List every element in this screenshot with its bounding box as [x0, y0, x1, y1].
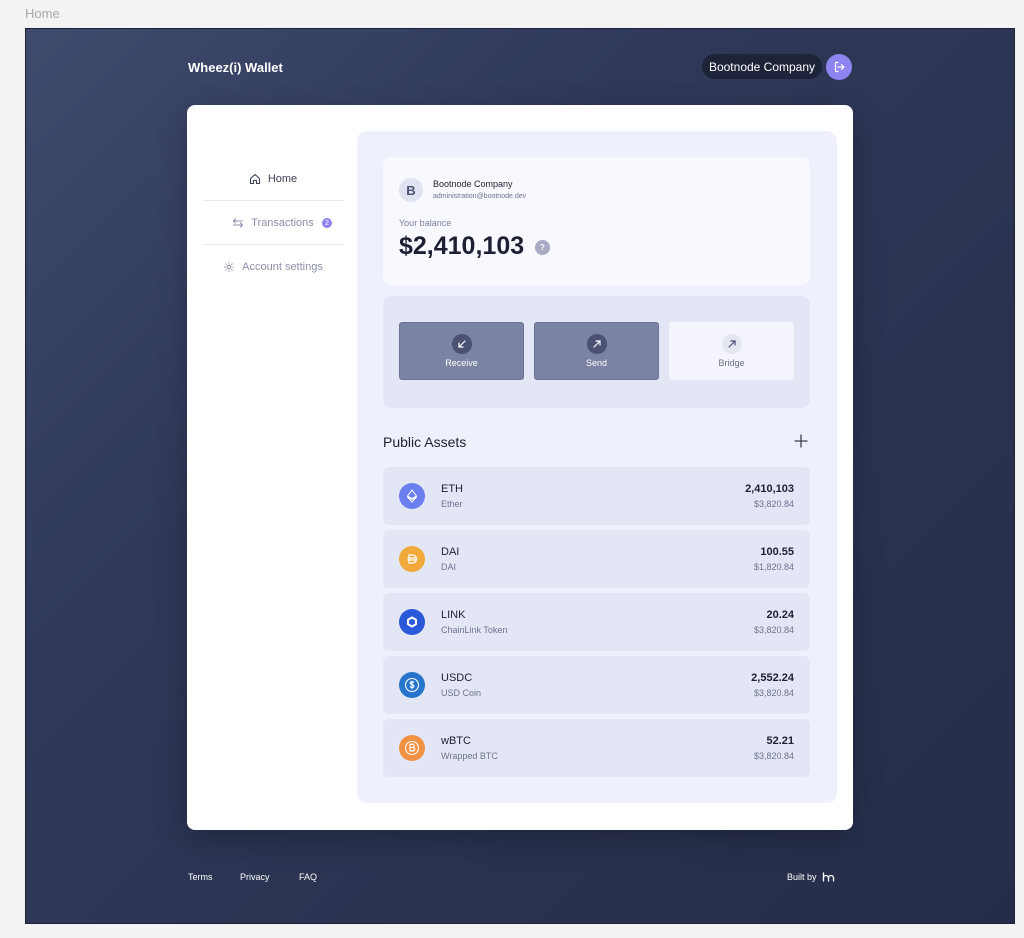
main-panel: B Bootnode Company administration@bootno… — [357, 131, 837, 803]
asset-symbol: LINK — [441, 609, 466, 621]
sidebar-item-account-settings[interactable]: Account settings — [203, 245, 343, 289]
sidebar: Home Transactions 2 Account settings — [203, 157, 343, 289]
public-assets-title: Public Assets — [383, 434, 467, 450]
asset-row-link[interactable]: LINK ChainLink Token 20.24 $3,820.84 — [383, 593, 810, 651]
balance-label: Your balance — [399, 218, 452, 228]
bootnode-logo-icon — [822, 872, 834, 882]
arrow-up-right-icon — [721, 334, 742, 354]
asset-name: USD Coin — [441, 688, 482, 698]
send-label: Send — [585, 358, 608, 368]
asset-symbol: wBTC — [441, 735, 471, 747]
send-button[interactable]: Send — [534, 322, 659, 380]
sidebar-item-transactions[interactable]: Transactions 2 — [203, 201, 343, 245]
arrow-up-right-icon — [586, 334, 607, 354]
asset-list: ETH Ether 2,410,103 $3,820.84 DAI DAI 10… — [383, 467, 810, 782]
avatar: B — [399, 178, 423, 202]
asset-amount: 20.24 — [766, 609, 794, 621]
account-email: administration@bootnode.dev — [433, 193, 527, 200]
asset-row-usdc[interactable]: USDC USD Coin 2,552.24 $3,820.84 — [383, 656, 810, 714]
asset-usd-value: $3,820.84 — [753, 688, 794, 698]
brand-title: Wheez(i) Wallet — [188, 60, 283, 75]
sidebar-item-label: Account settings — [242, 261, 323, 273]
asset-row-dai[interactable]: DAI DAI 100.55 $1,820.84 — [383, 530, 810, 588]
balance-value: $2,410,103 — [399, 232, 525, 260]
receive-button[interactable]: Receive — [399, 322, 524, 380]
balance-card: B Bootnode Company administration@bootno… — [383, 157, 810, 285]
asset-usd-value: $1,820.84 — [753, 562, 794, 572]
receive-label: Receive — [445, 358, 478, 368]
asset-symbol: USDC — [441, 672, 473, 684]
arrow-down-left-icon — [451, 334, 472, 354]
bridge-button[interactable]: Bridge — [669, 322, 794, 380]
account-name: Bootnode Company — [433, 179, 513, 189]
asset-usd-value: $3,820.84 — [753, 625, 794, 635]
asset-row-wbtc[interactable]: wBTC Wrapped BTC 52.21 $3,820.84 — [383, 719, 810, 777]
footer-link-privacy[interactable]: Privacy — [240, 872, 270, 882]
asset-amount: 52.21 — [766, 735, 794, 747]
asset-symbol: DAI — [441, 546, 460, 558]
asset-name: DAI — [441, 562, 457, 572]
asset-name: ChainLink Token — [441, 625, 508, 635]
bridge-label: Bridge — [718, 358, 745, 368]
plus-icon — [794, 434, 808, 448]
asset-amount: 100.55 — [760, 546, 794, 558]
sidebar-item-label: Transactions — [251, 216, 314, 229]
eth-icon — [399, 483, 425, 509]
wallet-card: Home Transactions 2 Account settings B B… — [187, 105, 853, 830]
built-by[interactable]: Built by — [787, 872, 836, 882]
asset-amount: 2,552.24 — [751, 672, 794, 684]
help-icon[interactable]: ? — [535, 240, 550, 255]
built-by-label: Built by — [787, 872, 817, 882]
asset-name: Wrapped BTC — [441, 751, 498, 761]
link-icon — [399, 609, 425, 635]
asset-symbol: ETH — [441, 483, 463, 495]
logout-icon — [834, 61, 845, 73]
gear-icon — [224, 262, 235, 272]
asset-row-eth[interactable]: ETH Ether 2,410,103 $3,820.84 — [383, 467, 810, 525]
sidebar-item-label: Home — [267, 172, 298, 185]
app-frame: Wheez(i) Wallet Bootnode Company Home Tr… — [25, 28, 1015, 924]
add-asset-button[interactable] — [793, 433, 809, 449]
actions-panel: Receive Send Bridge — [383, 296, 810, 408]
asset-name: Ether — [441, 499, 463, 509]
company-selector[interactable]: Bootnode Company — [702, 54, 822, 79]
asset-amount: 2,410,103 — [745, 483, 794, 495]
usdc-icon — [399, 672, 425, 698]
asset-usd-value: $3,820.84 — [753, 499, 794, 509]
btc-icon — [399, 735, 425, 761]
transactions-count-badge: 2 — [322, 218, 332, 228]
page-label: Home — [25, 6, 60, 21]
asset-usd-value: $3,820.84 — [753, 751, 794, 761]
sidebar-item-home[interactable]: Home — [203, 157, 343, 201]
logout-button[interactable] — [826, 54, 852, 80]
home-icon — [249, 173, 260, 184]
swap-icon — [233, 217, 244, 228]
footer-link-terms[interactable]: Terms — [188, 872, 213, 882]
dai-icon — [399, 546, 425, 572]
footer-link-faq[interactable]: FAQ — [299, 872, 317, 882]
